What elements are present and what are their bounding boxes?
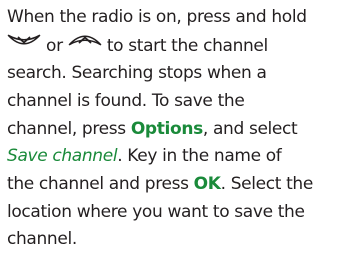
scroll-up-key-icon bbox=[68, 31, 102, 59]
key-in-name-text: . Key in the name of bbox=[117, 146, 282, 167]
instruction-paragraph: When the radio is on, press and hold or … bbox=[7, 4, 341, 254]
text-line-3: search. Searching stops when a bbox=[7, 63, 267, 84]
or-text: or bbox=[41, 35, 68, 56]
channel-press-text: the channel and press bbox=[7, 174, 194, 195]
save-channel-menu-label: Save channel bbox=[7, 146, 118, 167]
text-line-5: channel, press Options, and select bbox=[7, 116, 341, 144]
text-line-4: channel is found. To save the bbox=[7, 90, 245, 111]
text-line-7: the channel and press OK. Select the bbox=[7, 171, 341, 199]
save-text: channel, press bbox=[7, 118, 131, 139]
and-select-text: , and select bbox=[202, 118, 298, 139]
options-key-label: Options bbox=[130, 118, 203, 139]
text-line-6: Save channel. Key in the name of bbox=[7, 143, 341, 171]
scroll-down-key-icon bbox=[7, 31, 41, 59]
text-line-8: location where you want to save the bbox=[7, 201, 305, 222]
text-line-2: or to start the channel bbox=[7, 32, 341, 61]
text-line-1: When the radio is on, press and hold bbox=[7, 7, 307, 27]
ok-key-label: OK bbox=[193, 174, 221, 195]
select-the-text: . Select the bbox=[220, 174, 314, 195]
text-line-9: channel. bbox=[7, 229, 77, 250]
start-search-text: to start the channel bbox=[101, 35, 268, 56]
